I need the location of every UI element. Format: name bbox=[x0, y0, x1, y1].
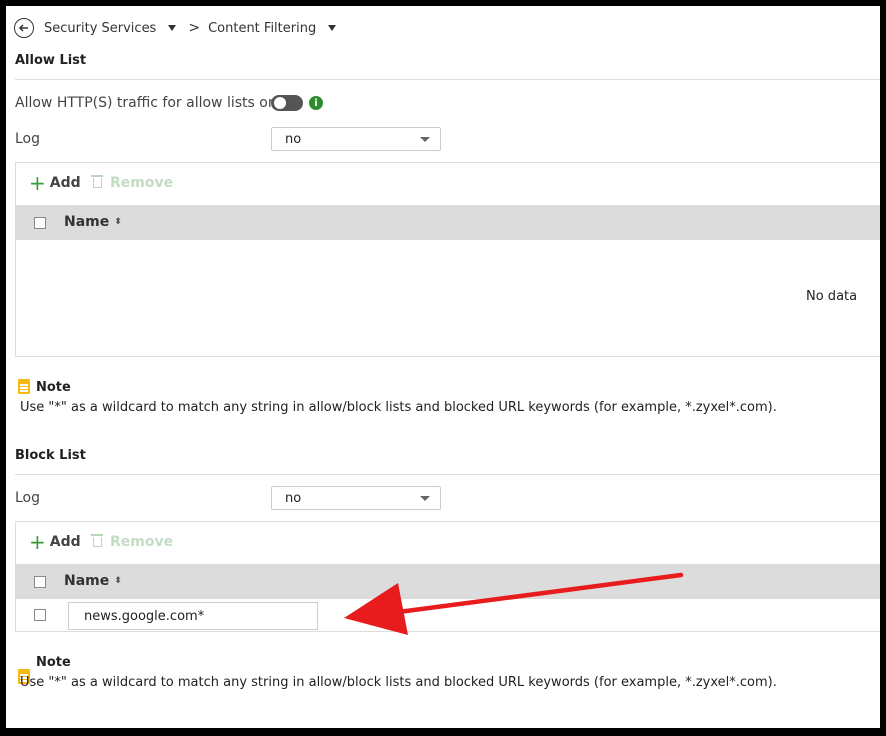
allow-remove-label: Remove bbox=[110, 175, 174, 191]
allow-add-button[interactable]: + Add bbox=[29, 173, 81, 193]
note-title: Note bbox=[36, 380, 71, 395]
sort-icon: ⬍ bbox=[114, 217, 122, 227]
allow-remove-button[interactable]: Remove bbox=[91, 175, 174, 191]
arrow-left-icon bbox=[18, 24, 28, 32]
block-name-column-header[interactable]: Name ⬍ bbox=[64, 573, 122, 589]
allow-log-select[interactable]: no bbox=[271, 127, 441, 151]
breadcrumb-item-content-filtering[interactable]: Content Filtering bbox=[208, 21, 316, 36]
block-add-label: Add bbox=[49, 534, 81, 550]
annotation-arrow-icon bbox=[344, 572, 684, 635]
allow-http-only-label: Allow HTTP(S) traffic for allow lists on… bbox=[15, 95, 289, 111]
back-button[interactable] bbox=[14, 18, 34, 38]
divider bbox=[15, 79, 880, 80]
block-list-title: Block List bbox=[15, 448, 86, 463]
allow-log-value: no bbox=[285, 131, 302, 147]
toggle-knob bbox=[274, 97, 286, 109]
divider bbox=[15, 474, 880, 475]
trash-icon bbox=[91, 175, 103, 188]
note-title: Note bbox=[36, 655, 71, 670]
row-checkbox[interactable] bbox=[34, 609, 46, 621]
note-text: Use "*" as a wildcard to match any strin… bbox=[20, 400, 777, 415]
block-add-button[interactable]: + Add bbox=[29, 532, 81, 552]
allow-add-label: Add bbox=[49, 175, 81, 191]
allow-name-column-label: Name bbox=[64, 214, 110, 230]
allow-empty-text: No data bbox=[806, 289, 858, 304]
trash-icon bbox=[91, 534, 103, 547]
block-log-label: Log bbox=[15, 490, 41, 506]
plus-icon: + bbox=[29, 530, 46, 554]
breadcrumb-separator: > bbox=[188, 20, 201, 36]
block-log-value: no bbox=[285, 490, 302, 506]
allow-list-table-panel: + Add Remove Name ⬍ No data bbox=[15, 162, 880, 357]
info-icon[interactable]: i bbox=[309, 96, 323, 110]
allow-log-label: Log bbox=[15, 131, 41, 147]
allow-name-column-header[interactable]: Name ⬍ bbox=[64, 214, 122, 230]
breadcrumb: Security Services > Content Filtering bbox=[14, 14, 348, 42]
sort-icon: ⬍ bbox=[114, 576, 122, 586]
block-name-input[interactable]: news.google.com* bbox=[68, 602, 318, 630]
block-remove-label: Remove bbox=[110, 534, 174, 550]
chevron-down-icon[interactable] bbox=[168, 25, 177, 31]
note-icon bbox=[18, 379, 30, 394]
block-name-value: news.google.com* bbox=[84, 608, 205, 624]
plus-icon: + bbox=[29, 171, 46, 195]
block-log-select[interactable]: no bbox=[271, 486, 441, 510]
note-text: Use "*" as a wildcard to match any strin… bbox=[20, 675, 777, 690]
content-filtering-page: Security Services > Content Filtering Al… bbox=[6, 6, 880, 728]
chevron-down-icon bbox=[420, 496, 430, 501]
allow-table-header: Name ⬍ bbox=[16, 205, 880, 240]
allow-http-only-toggle[interactable] bbox=[271, 95, 303, 111]
block-remove-button[interactable]: Remove bbox=[91, 534, 174, 550]
allow-select-all-checkbox[interactable] bbox=[34, 217, 46, 229]
chevron-down-icon bbox=[420, 137, 430, 142]
allow-list-title: Allow List bbox=[15, 53, 87, 68]
breadcrumb-item-security-services[interactable]: Security Services bbox=[44, 21, 156, 36]
block-name-column-label: Name bbox=[64, 573, 110, 589]
chevron-down-icon[interactable] bbox=[328, 25, 337, 31]
block-select-all-checkbox[interactable] bbox=[34, 576, 46, 588]
